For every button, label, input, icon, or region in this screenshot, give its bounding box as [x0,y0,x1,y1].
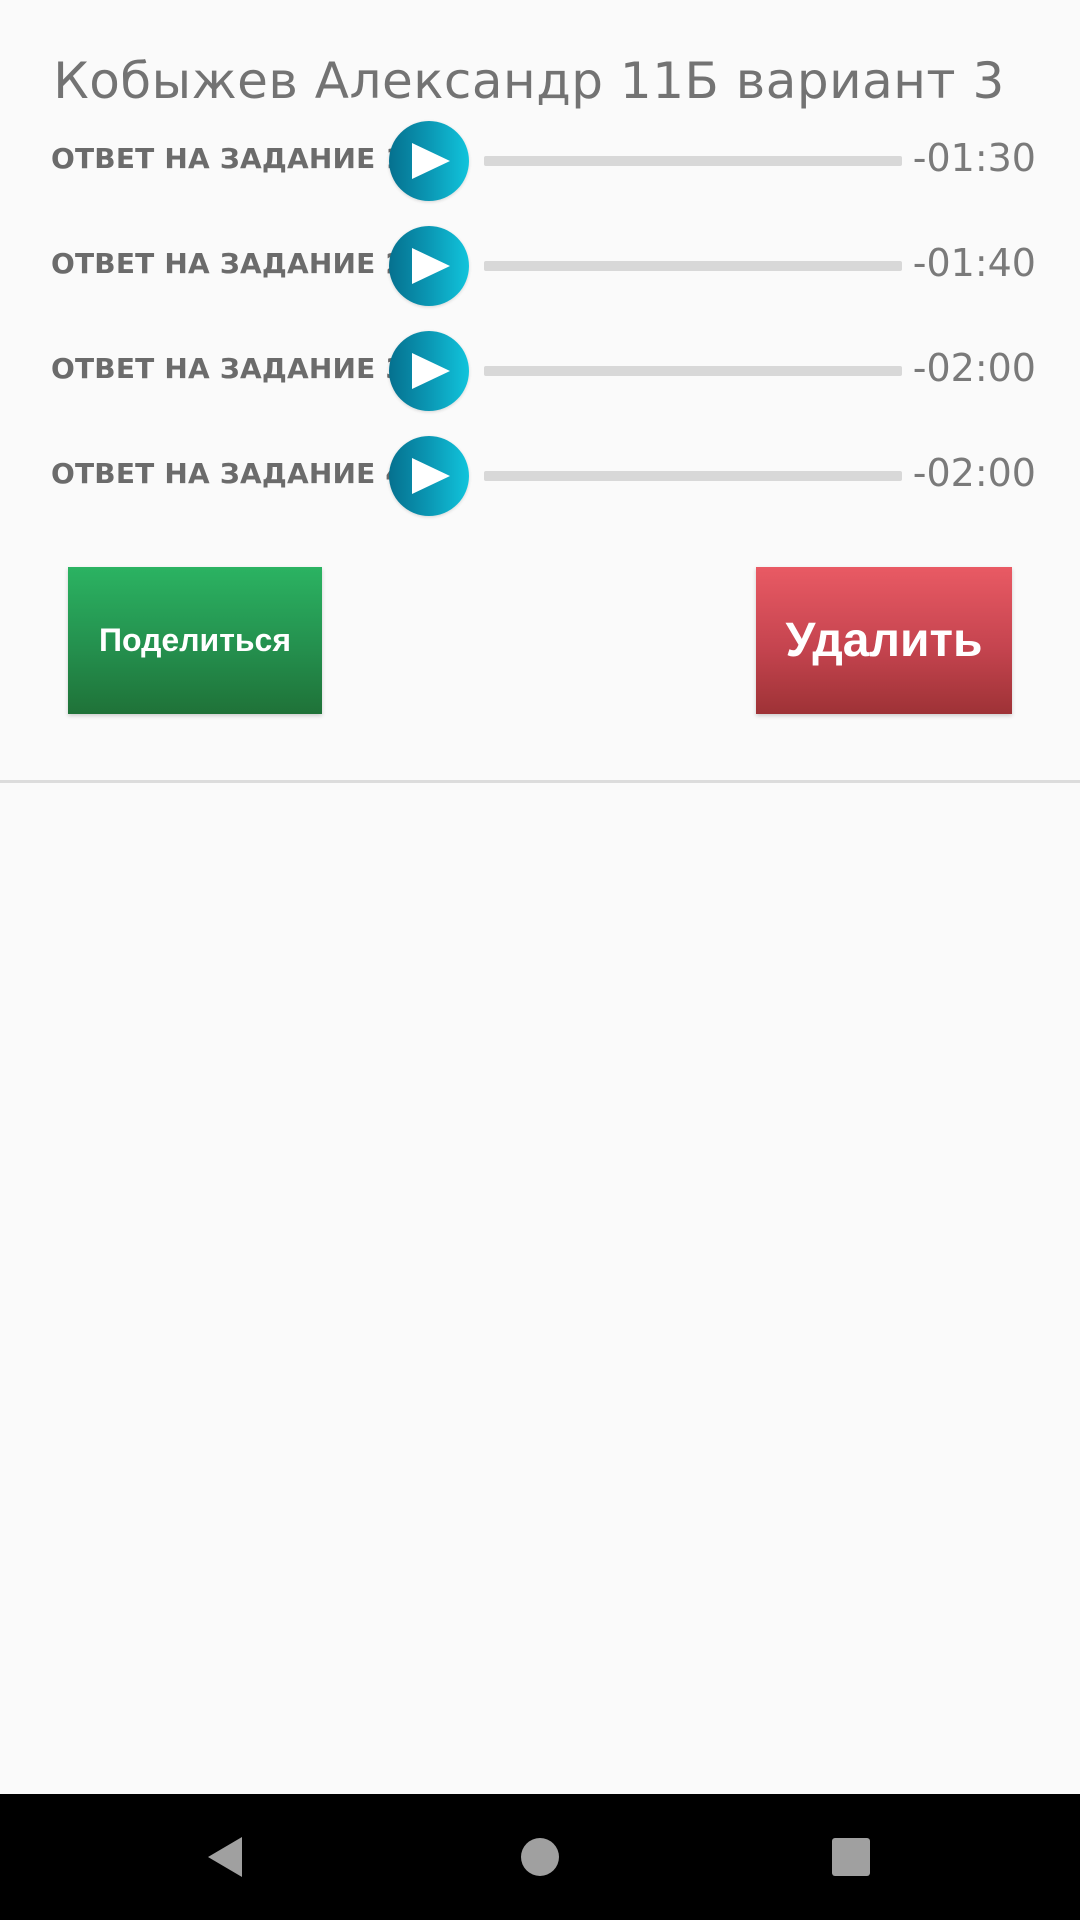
back-triangle-icon [208,1837,242,1877]
play-icon [412,458,450,494]
recents-square-icon [832,1838,870,1876]
recording-screen: Кобыжев Александр 11Б вариант 3 ОТВЕТ НА… [0,0,1080,1920]
divider [0,780,1080,783]
answer-label: ОТВЕТ НА ЗАДАНИЕ 4 [51,457,406,490]
remaining-time: -02:00 [912,451,1036,495]
share-button[interactable]: Поделиться [68,567,322,714]
system-navigation-bar [0,1794,1080,1920]
answer-label: ОТВЕТ НА ЗАДАНИЕ 1 [51,142,406,175]
nav-home-button[interactable] [510,1827,570,1887]
nav-back-button[interactable] [196,1827,256,1887]
answer-label: ОТВЕТ НА ЗАДАНИЕ 2 [51,247,406,280]
nav-recents-button[interactable] [821,1827,881,1887]
audio-progress-track[interactable] [484,366,902,376]
home-circle-icon [521,1838,559,1876]
play-icon [412,143,450,179]
audio-progress-track[interactable] [484,261,902,271]
answer-row-3: ОТВЕТ НА ЗАДАНИЕ 3 -02:00 [0,330,1080,412]
play-icon [412,248,450,284]
answer-row-2: ОТВЕТ НА ЗАДАНИЕ 2 -01:40 [0,225,1080,307]
play-button[interactable] [389,121,469,201]
audio-progress-track[interactable] [484,156,902,166]
remaining-time: -01:30 [912,136,1036,180]
remaining-time: -01:40 [912,241,1036,285]
play-button[interactable] [389,226,469,306]
answer-row-1: ОТВЕТ НА ЗАДАНИЕ 1 -01:30 [0,120,1080,202]
answer-label: ОТВЕТ НА ЗАДАНИЕ 3 [51,352,406,385]
answer-row-4: ОТВЕТ НА ЗАДАНИЕ 4 -02:00 [0,435,1080,517]
play-icon [412,353,450,389]
play-button[interactable] [389,436,469,516]
audio-progress-track[interactable] [484,471,902,481]
remaining-time: -02:00 [912,346,1036,390]
delete-button[interactable]: Удалить [756,567,1012,714]
play-button[interactable] [389,331,469,411]
page-title: Кобыжев Александр 11Б вариант 3 [53,52,1005,110]
